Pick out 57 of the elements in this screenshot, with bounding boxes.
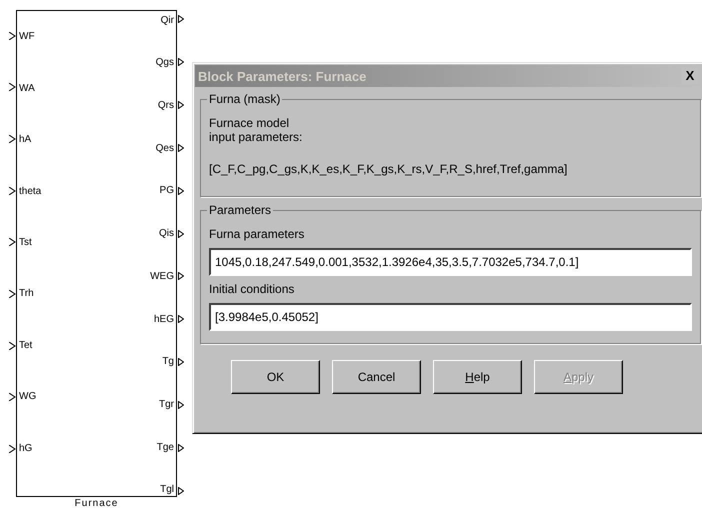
output-port-icon (178, 486, 184, 495)
input-port-icon (8, 83, 16, 92)
output-port-label: Qir (160, 14, 174, 26)
output-port-icon (178, 144, 184, 152)
input-port-label: Tst (19, 236, 32, 248)
output-port-label: PG (160, 185, 174, 196)
input-port-icon (8, 238, 16, 246)
dialog-button[interactable]: Cancel (332, 360, 421, 394)
input-field[interactable]: [3.9984e5,0.45052] (209, 303, 692, 331)
output-port-icon (178, 444, 184, 452)
output-port-icon (178, 230, 184, 238)
input-port-icon (8, 393, 16, 402)
output-port-icon (178, 358, 184, 366)
furnace-block[interactable]: WF WA hA theta Tst Trh Tet WG hG Qir Qgs Qrs Qes PG Qis WEG hEG Tg Tgr Tge Tgl (16, 10, 177, 497)
window-title: Block Parameters: Furnace (198, 68, 366, 84)
block-name: Furnace (74, 498, 118, 509)
group-title: Furna (mask) (208, 92, 282, 106)
output-port-label: Qes (156, 142, 174, 154)
output-port-icon (178, 58, 184, 66)
output-port-icon (178, 315, 184, 324)
output-port-label: hEG (154, 314, 174, 325)
description-text: input parameters: (209, 130, 304, 144)
input-port-label: Trh (19, 288, 34, 300)
input-port-icon (8, 290, 16, 298)
input-port-label: hG (19, 442, 32, 454)
input-port-icon (8, 32, 16, 40)
description-text: Furnace model (209, 116, 290, 130)
output-port-label: Qrs (158, 100, 174, 111)
output-port-icon (178, 401, 184, 410)
input-field[interactable]: 1045,0.18,247.549,0.001,3532,1.3926e4,35,3.5,7.7032e5,734.7,0.1] (209, 248, 692, 276)
input-port-icon (8, 445, 16, 454)
output-port-label: WEG (150, 270, 174, 282)
input-port-label: WF (19, 31, 35, 42)
output-port-label: Tge (156, 442, 174, 453)
group-title: Parameters (208, 203, 272, 217)
input-port-label: hA (19, 134, 32, 146)
parameter-list-text: [C_F,C_pg,C_gs,K,K_es,K_F,K_gs,K_rs,V_F,R_S,href,Tref,gamma] (209, 162, 568, 176)
output-port-label: Qis (159, 228, 174, 240)
input-port-icon (8, 135, 16, 144)
output-port-label: Tgr (159, 398, 174, 410)
dialog-button[interactable]: OK (231, 360, 320, 394)
input-port-icon (8, 186, 16, 195)
input-port-label: WG (19, 391, 36, 402)
output-port-icon (178, 15, 184, 23)
output-port-icon (178, 186, 184, 195)
input-port-label: theta (19, 186, 42, 197)
dialog-button[interactable]: Help (433, 360, 522, 394)
input-port-icon (8, 342, 16, 350)
field-label: Furna parameters (209, 227, 306, 241)
field-label: Initial conditions (209, 282, 296, 296)
output-port-icon (178, 272, 184, 280)
output-port-label: Qgs (156, 57, 174, 68)
output-port-icon (178, 100, 184, 109)
output-port-label: Tg (162, 356, 174, 368)
input-port-label: WA (19, 82, 35, 94)
input-port-label: Tet (19, 340, 32, 351)
output-port-label: Tgl (160, 484, 174, 496)
